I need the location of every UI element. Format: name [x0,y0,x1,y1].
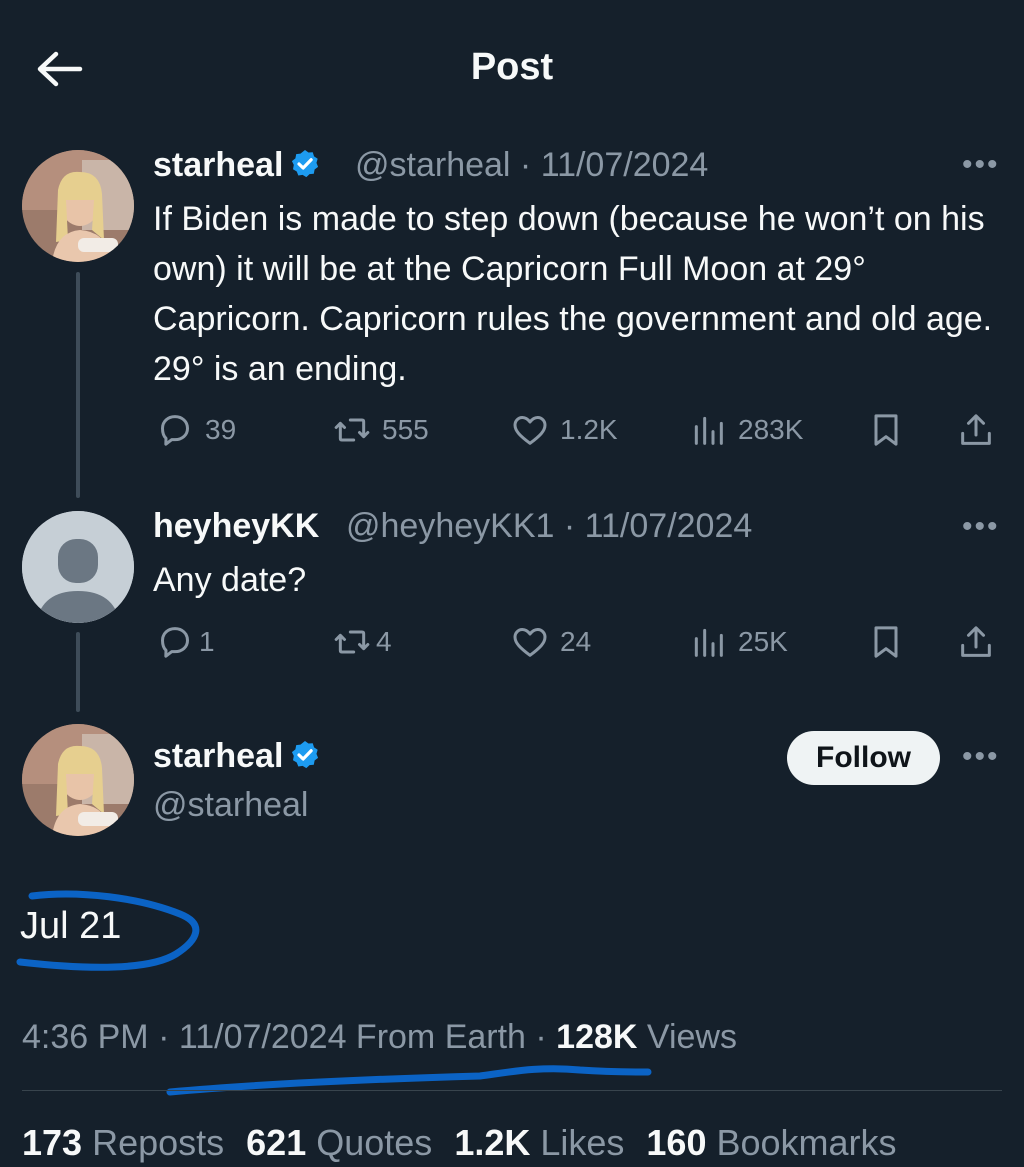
reply-button[interactable]: 39 [155,410,236,450]
divider [22,1090,1002,1091]
handle-date: @heyheyKK1 · 11/07/2024 [346,507,753,545]
repost-button[interactable]: 4 [332,622,392,662]
avatar[interactable] [22,150,134,262]
repost-button[interactable]: 555 [332,410,429,450]
follow-button[interactable]: Follow [787,731,940,785]
verified-badge-icon [292,741,319,769]
likes-stat[interactable]: 1.2K Likes [454,1122,624,1164]
bookmark-button[interactable] [866,622,906,667]
repost-icon [334,630,370,654]
more-options-icon[interactable]: ••• [962,510,1000,544]
reply-icon [161,627,189,658]
views-label: Views [637,1018,737,1056]
share-button[interactable] [956,410,996,455]
author-name: starheal [153,737,284,775]
bookmarks-label: Bookmarks [706,1122,897,1163]
quotes-stat[interactable]: 621 Quotes [246,1122,432,1164]
page-title: Post [470,46,554,88]
analytics-icon [694,628,723,657]
reposts-label: Reposts [82,1122,225,1163]
like-button[interactable]: 1.2K [510,410,618,450]
author-name[interactable]: heyheyKK [153,507,319,546]
views-count: 283K [738,414,804,445]
share-icon [961,626,991,657]
like-count: 24 [560,626,592,657]
bookmarks-count: 160 [646,1122,707,1163]
more-options-icon[interactable]: ••• [962,148,1000,182]
author-handle: @starheal [153,786,309,824]
thread-line [76,632,80,712]
views-count: 25K [738,626,788,657]
post-time-date: 4:36 PM · 11/07/2024 From Earth · [22,1018,557,1056]
bookmark-icon [874,414,898,446]
quotes-count: 621 [246,1122,307,1163]
verified-badge-icon [292,150,319,178]
tweet-text: Any date? [153,561,307,599]
bookmarks-stat[interactable]: 160 Bookmarks [646,1122,896,1164]
reply-icon [161,415,189,446]
profile-photo [22,724,134,836]
reply-count: 1 [199,626,215,657]
likes-count: 1.2K [454,1122,531,1163]
reposts-count: 173 [22,1122,83,1163]
like-count: 1.2K [560,414,618,445]
avatar[interactable] [22,724,134,836]
default-avatar-icon [22,511,134,623]
views-button[interactable]: 283K [688,410,803,450]
author-name-row[interactable]: starheal [153,146,321,185]
avatar[interactable] [22,511,134,623]
like-button[interactable]: 24 [510,622,591,662]
tweet-text: Jul 21 [20,905,122,947]
quotes-label: Quotes [306,1122,433,1163]
views-button[interactable]: 25K [688,622,788,662]
reposts-stat[interactable]: 173 Reposts [22,1122,224,1164]
tweet-text: If Biden is made to step down (because h… [153,200,993,388]
reply-button[interactable]: 1 [155,622,215,662]
likes-label: Likes [530,1122,625,1163]
repost-count: 4 [376,626,392,657]
heart-icon [513,628,547,657]
bookmark-button[interactable] [866,410,906,455]
bookmark-icon [874,626,898,658]
more-options-icon[interactable]: ••• [962,740,1000,774]
repost-count: 555 [382,414,429,445]
share-icon [961,414,991,445]
engagement-stats: 173 Reposts 621 Quotes 1.2K Likes 160 Bo… [22,1122,897,1164]
thread-line [76,272,80,498]
marker-underline [166,1065,652,1096]
post-timestamp: 4:36 PM · 11/07/2024 From Earth · 128K V… [22,1018,737,1057]
handle-date: @starheal · 11/07/2024 [355,146,709,184]
author-name: starheal [153,146,284,184]
author-name-row[interactable]: starheal [153,737,321,776]
profile-photo [22,150,134,262]
repost-icon [334,418,370,442]
heart-icon [513,416,547,445]
share-button[interactable] [956,622,996,667]
analytics-icon [694,416,723,445]
reply-count: 39 [205,414,237,445]
views-count: 128K [556,1018,638,1056]
